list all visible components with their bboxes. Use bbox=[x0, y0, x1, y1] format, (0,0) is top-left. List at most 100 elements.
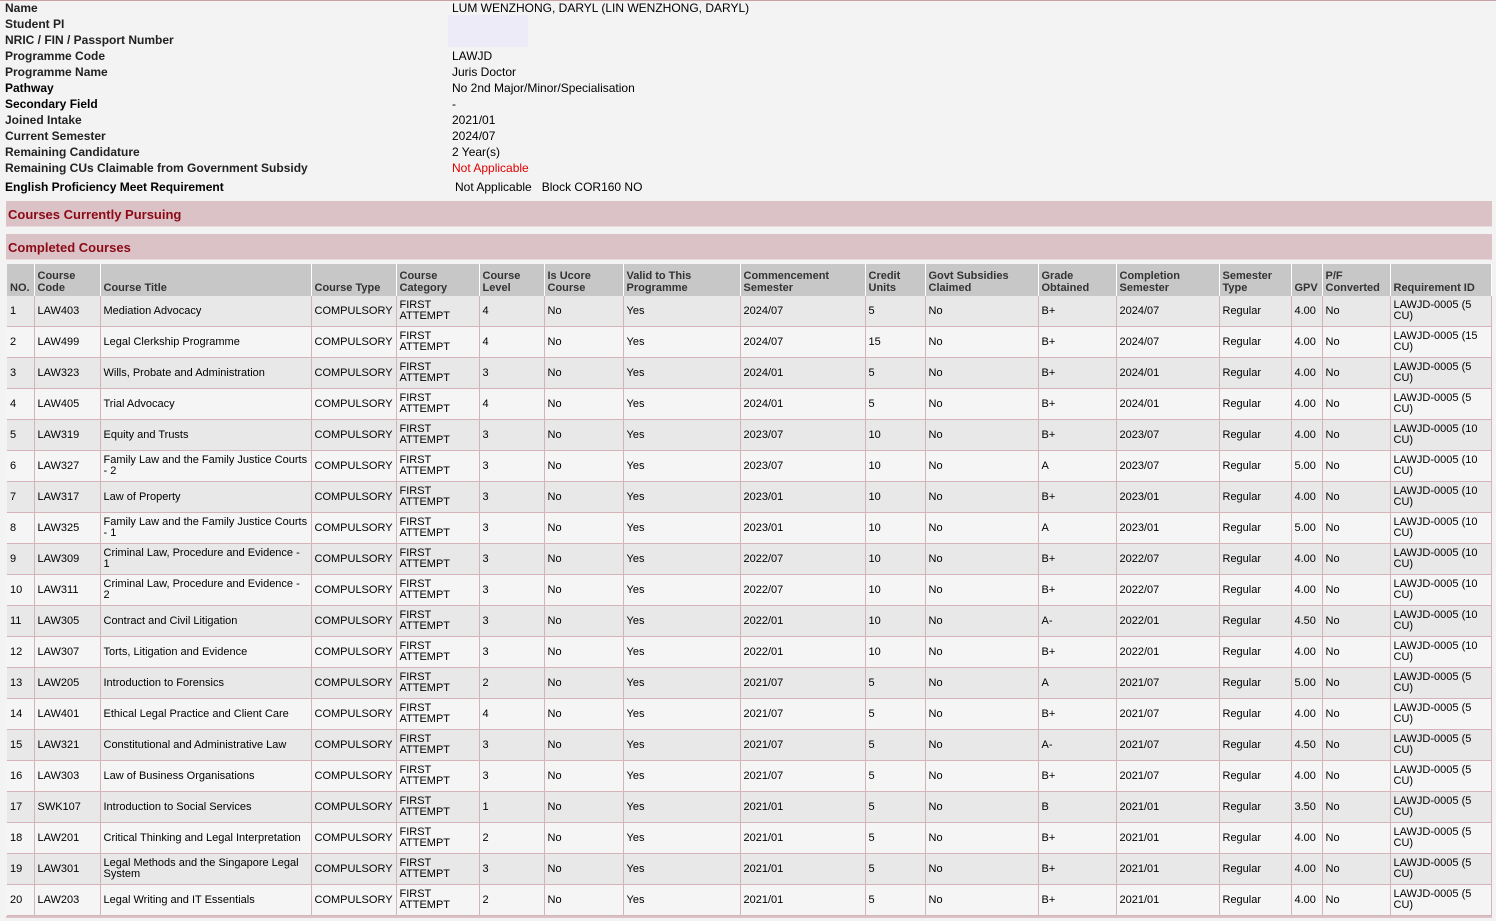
table-cell: No bbox=[544, 543, 624, 575]
table-cell: FIRST ATTEMPT bbox=[396, 326, 480, 358]
table-cell: No bbox=[544, 760, 624, 792]
table-row: 3 LAW323 Wills, Probate and Administration… bbox=[7, 357, 1492, 389]
table-cell: 3 bbox=[479, 605, 545, 637]
table-cell: 4.00 bbox=[1291, 698, 1323, 730]
table-cell: LAWJD-0005 (5 CU) bbox=[1390, 667, 1492, 699]
table-cell: No bbox=[544, 791, 624, 823]
info-label: Programme Code bbox=[5, 49, 106, 63]
table-cell: Law of Property bbox=[100, 481, 312, 513]
table-cell: FIRST ATTEMPT bbox=[396, 760, 480, 792]
table-cell: COMPULSORY bbox=[311, 357, 397, 389]
table-cell: FIRST ATTEMPT bbox=[396, 636, 480, 668]
table-cell: B+ bbox=[1038, 853, 1117, 885]
column-header: P/F Converted bbox=[1322, 264, 1391, 296]
table-cell: LAW499 bbox=[34, 326, 101, 358]
table-cell: LAWJD-0005 (15 CU) bbox=[1390, 326, 1492, 358]
table-cell: 3 bbox=[479, 357, 545, 389]
info-row-joined-intake: Joined Intake 2021/01 bbox=[0, 112, 1496, 128]
table-cell: No bbox=[544, 450, 624, 482]
table-cell: Regular bbox=[1219, 419, 1292, 451]
table-cell: 3 bbox=[479, 543, 545, 575]
table-row: 5 LAW319 Equity and Trusts COMPULSORY FIRST … bbox=[7, 419, 1492, 451]
table-cell: B+ bbox=[1038, 884, 1117, 916]
table-cell: Mediation Advocacy bbox=[100, 296, 312, 327]
table-cell: LAWJD-0005 (10 CU) bbox=[1390, 574, 1492, 606]
english-proficiency-value: Not Applicable Block COR160 NO bbox=[455, 180, 643, 194]
table-row: 6 LAW327 Family Law and the Family Justice… bbox=[7, 450, 1492, 482]
column-header: Valid to This Programme bbox=[623, 264, 741, 296]
column-header: Course Level bbox=[479, 264, 545, 296]
table-cell: Regular bbox=[1219, 853, 1292, 885]
table-body: 1 LAW403 Mediation Advocacy COMPULSORY FIRST… bbox=[7, 296, 1492, 916]
table-cell: Yes bbox=[623, 760, 741, 792]
table-cell: LAW319 bbox=[34, 419, 101, 451]
table-cell: LAWJD-0005 (5 CU) bbox=[1390, 388, 1492, 420]
table-cell: 11 bbox=[7, 605, 35, 637]
table-cell: No bbox=[925, 388, 1039, 420]
table-cell: Yes bbox=[623, 450, 741, 482]
table-cell: 20 bbox=[7, 884, 35, 916]
table-cell: Regular bbox=[1219, 512, 1292, 544]
table-cell: COMPULSORY bbox=[311, 481, 397, 513]
table-cell: No bbox=[925, 729, 1039, 761]
table-row: 7 LAW317 Law of Property COMPULSORY FIRST AT… bbox=[7, 481, 1492, 513]
info-row-name: Name LUM WENZHONG, DARYL (LIN WENZHONG, … bbox=[0, 0, 1496, 16]
table-cell: 3 bbox=[479, 419, 545, 451]
table-cell: 15 bbox=[7, 729, 35, 761]
table-cell: COMPULSORY bbox=[311, 419, 397, 451]
table-cell: 5 bbox=[865, 698, 926, 730]
table-cell: 10 bbox=[865, 543, 926, 575]
table-cell: 2021/07 bbox=[740, 667, 866, 699]
table-cell: COMPULSORY bbox=[311, 512, 397, 544]
programme-name-value: Juris Doctor bbox=[452, 65, 517, 79]
table-cell: No bbox=[1322, 450, 1391, 482]
remaining-candidature-value: 2 Year(s) bbox=[452, 145, 501, 159]
table-cell: Yes bbox=[623, 512, 741, 544]
table-cell: 2021/07 bbox=[740, 698, 866, 730]
table-cell: FIRST ATTEMPT bbox=[396, 357, 480, 389]
table-cell: 5 bbox=[865, 388, 926, 420]
table-cell: FIRST ATTEMPT bbox=[396, 574, 480, 606]
table-cell: Constitutional and Administrative Law bbox=[100, 729, 312, 761]
table-cell: 10 bbox=[865, 574, 926, 606]
table-cell: LAW305 bbox=[34, 605, 101, 637]
table-row: 20 LAW203 Legal Writing and IT Essentials C… bbox=[7, 884, 1492, 916]
column-header: Requirement ID bbox=[1390, 264, 1492, 296]
table-cell: FIRST ATTEMPT bbox=[396, 296, 480, 327]
table-cell: 2024/07 bbox=[740, 326, 866, 358]
section-title: Completed Courses bbox=[8, 240, 131, 255]
table-cell: 5.00 bbox=[1291, 450, 1323, 482]
table-cell: Regular bbox=[1219, 884, 1292, 916]
table-cell: 14 bbox=[7, 698, 35, 730]
table-cell: LAW323 bbox=[34, 357, 101, 389]
column-header: Semester Type bbox=[1219, 264, 1292, 296]
table-cell: 2022/01 bbox=[740, 636, 866, 668]
table-cell: 2021/07 bbox=[1116, 729, 1220, 761]
table-cell: No bbox=[925, 481, 1039, 513]
table-cell: LAWJD-0005 (5 CU) bbox=[1390, 822, 1492, 854]
table-cell: 18 bbox=[7, 822, 35, 854]
table-row: 4 LAW405 Trial Advocacy COMPULSORY FIRST ATT… bbox=[7, 388, 1492, 420]
table-cell: Introduction to Forensics bbox=[100, 667, 312, 699]
table-cell: 4 bbox=[479, 296, 545, 327]
table-cell: FIRST ATTEMPT bbox=[396, 512, 480, 544]
table-cell: No bbox=[925, 791, 1039, 823]
info-label: Secondary Field bbox=[5, 97, 98, 111]
table-cell: 5.00 bbox=[1291, 667, 1323, 699]
table-cell: 3 bbox=[479, 636, 545, 668]
table-cell: Regular bbox=[1219, 636, 1292, 668]
column-header: GPV bbox=[1291, 264, 1323, 296]
table-cell: Regular bbox=[1219, 357, 1292, 389]
table-cell: FIRST ATTEMPT bbox=[396, 791, 480, 823]
table-cell: 4 bbox=[479, 326, 545, 358]
table-cell: 13 bbox=[7, 667, 35, 699]
table-cell: No bbox=[1322, 822, 1391, 854]
table-cell: 7 bbox=[7, 481, 35, 513]
table-cell: No bbox=[925, 667, 1039, 699]
table-cell: 2021/07 bbox=[740, 760, 866, 792]
table-cell: 10 bbox=[865, 481, 926, 513]
table-cell: 2024/01 bbox=[1116, 357, 1220, 389]
table-cell: 2021/01 bbox=[740, 791, 866, 823]
table-cell: 10 bbox=[865, 636, 926, 668]
table-cell: Yes bbox=[623, 822, 741, 854]
